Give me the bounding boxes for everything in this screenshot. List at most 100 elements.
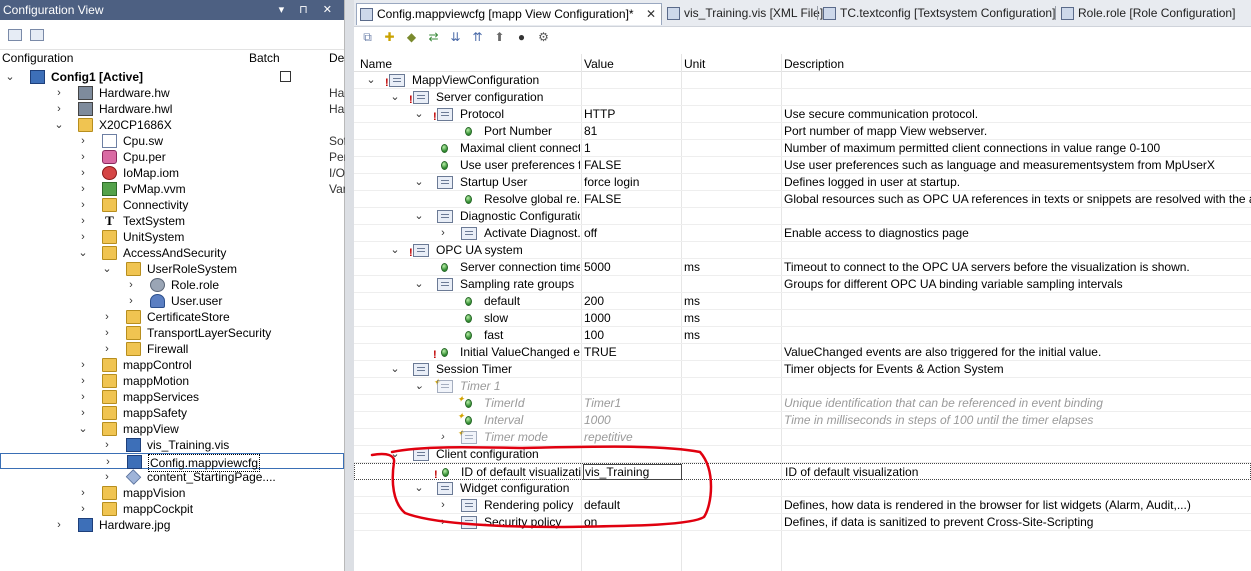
expand-icon[interactable]: ›: [78, 197, 88, 213]
tree-item[interactable]: › Cpu.per Per: [0, 149, 345, 165]
expand-all-icon[interactable]: ⬆: [492, 30, 507, 45]
collapse-icon[interactable]: ⌄: [390, 89, 400, 106]
tree-item[interactable]: › vis_Training.vis: [0, 437, 345, 453]
properties-icon[interactable]: [8, 29, 22, 41]
property-value[interactable]: off: [584, 225, 681, 242]
expand-icon[interactable]: ›: [54, 85, 64, 101]
property-row[interactable]: Maximal client connect... 1 Number of maxi…: [354, 140, 1251, 157]
move-down-icon[interactable]: ⇊: [448, 30, 463, 45]
expand-icon[interactable]: ›: [78, 213, 88, 229]
tree-item[interactable]: ⌄ AccessAndSecurity: [0, 245, 345, 261]
expand-icon[interactable]: ›: [78, 229, 88, 245]
tree-item[interactable]: ⌄ UserRoleSystem: [0, 261, 345, 277]
collapse-icon[interactable]: ⌄: [78, 421, 88, 437]
property-row[interactable]: ›✦Timer moderepetitive: [354, 429, 1251, 446]
expand-icon[interactable]: ›: [78, 405, 88, 421]
tree-item[interactable]: › Role.role: [0, 277, 345, 293]
collapse-icon[interactable]: ⌄: [414, 208, 424, 225]
property-value[interactable]: TRUE: [584, 344, 681, 361]
column-configuration[interactable]: Configuration: [2, 51, 73, 65]
tree-item[interactable]: › T TextSystem: [0, 213, 345, 229]
copy-icon[interactable]: ⧉: [360, 30, 375, 45]
collapse-icon[interactable]: ⌄: [78, 245, 88, 261]
expand-icon[interactable]: ›: [102, 469, 112, 485]
expand-icon[interactable]: ›: [102, 437, 112, 453]
property-row[interactable]: ⌄ Diagnostic Configuration: [354, 208, 1251, 225]
tree-item[interactable]: › Hardware.jpg: [0, 517, 345, 533]
property-row[interactable]: Resolve global re... FALSE Global resource…: [354, 191, 1251, 208]
expand-icon[interactable]: ›: [78, 181, 88, 197]
expand-icon[interactable]: ›: [102, 341, 112, 357]
property-row[interactable]: ⌄✦Timer 1: [354, 378, 1251, 395]
tree-item[interactable]: › Hardware.hwl Har: [0, 101, 345, 117]
property-row[interactable]: ⌄! MappViewConfiguration: [354, 72, 1251, 89]
tree-item[interactable]: › Cpu.sw Sof: [0, 133, 345, 149]
column-value[interactable]: Value: [584, 57, 614, 71]
property-row[interactable]: default 200 ms: [354, 293, 1251, 310]
property-value-input[interactable]: vis_Training: [583, 464, 682, 480]
column-name[interactable]: Name: [360, 57, 392, 71]
property-value[interactable]: FALSE: [584, 157, 681, 174]
collapse-icon[interactable]: ⌄: [5, 69, 15, 85]
collapse-icon[interactable]: ⌄: [390, 446, 400, 463]
column-description[interactable]: Description: [784, 57, 844, 71]
expand-icon[interactable]: ›: [126, 277, 136, 293]
collapse-icon[interactable]: ⌄: [390, 242, 400, 259]
tree-item[interactable]: › PvMap.vvm Var: [0, 181, 345, 197]
property-row[interactable]: ⌄ Session Timer Timer objects for Events &…: [354, 361, 1251, 378]
editor-tab[interactable]: Config.mappviewcfg [mapp View Configurat…: [356, 3, 662, 25]
property-row[interactable]: Use user preferences f... FALSE Use user p…: [354, 157, 1251, 174]
window-controls[interactable]: ▾ ⊓ ✕: [279, 0, 338, 20]
property-row[interactable]: ⌄ Client configuration: [354, 446, 1251, 463]
tree-item[interactable]: › Hardware.hw Har: [0, 85, 345, 101]
record-icon[interactable]: ●: [514, 30, 529, 45]
tree-item[interactable]: › User.user: [0, 293, 345, 309]
property-value[interactable]: force login: [584, 174, 681, 191]
table-view-icon[interactable]: [30, 29, 44, 41]
expand-icon[interactable]: ›: [78, 357, 88, 373]
expand-icon[interactable]: ›: [78, 501, 88, 517]
property-row[interactable]: !ID of default visualizationvis_Training…: [354, 463, 1251, 481]
property-value[interactable]: 5000: [584, 259, 681, 276]
tree-item[interactable]: › mappSafety: [0, 405, 345, 421]
property-row[interactable]: ✦ Interval 1000 Time in milliseconds in ste…: [354, 412, 1251, 429]
property-row[interactable]: › Security policy on Defines, if data is sa…: [354, 514, 1251, 531]
property-row[interactable]: slow 1000 ms: [354, 310, 1251, 327]
expand-icon[interactable]: ›: [102, 309, 112, 325]
property-value[interactable]: on: [584, 514, 681, 531]
collapse-icon[interactable]: ⌄: [102, 261, 112, 277]
add-icon[interactable]: ✚: [382, 30, 397, 45]
property-value[interactable]: Timer1: [584, 395, 681, 412]
tree-item[interactable]: › mappCockpit: [0, 501, 345, 517]
tree-item[interactable]: › mappControl: [0, 357, 345, 373]
tree-item[interactable]: › TransportLayerSecurity: [0, 325, 345, 341]
swap-icon[interactable]: ⇄: [426, 30, 441, 45]
property-value[interactable]: FALSE: [584, 191, 681, 208]
pane-splitter[interactable]: [345, 0, 354, 571]
property-value[interactable]: 1000: [584, 310, 681, 327]
collapse-icon[interactable]: ⌄: [414, 378, 424, 395]
tree-item[interactable]: › Firewall: [0, 341, 345, 357]
property-value[interactable]: 81: [584, 123, 681, 140]
collapse-icon[interactable]: ⌄: [414, 174, 424, 191]
property-row[interactable]: ✦ TimerId Timer1 Unique identification that…: [354, 395, 1251, 412]
tree-item[interactable]: ⌄ X20CP1686X: [0, 117, 345, 133]
property-row[interactable]: › Activate Diagnost... off Enable access to…: [354, 225, 1251, 242]
expand-icon[interactable]: ›: [78, 133, 88, 149]
expand-icon[interactable]: ›: [102, 325, 112, 341]
property-value[interactable]: default: [584, 497, 681, 514]
expand-icon[interactable]: ›: [103, 454, 113, 470]
editor-tab[interactable]: Role.role [Role Configuration]: [1058, 3, 1240, 25]
collapse-icon[interactable]: ⌄: [414, 480, 424, 497]
tree-item[interactable]: ⌄ Config1 [Active]: [0, 69, 345, 85]
property-value[interactable]: 1: [584, 140, 681, 157]
expand-icon[interactable]: ›: [78, 373, 88, 389]
property-row[interactable]: Server connection time... 5000 ms Timeout t…: [354, 259, 1251, 276]
property-row[interactable]: ⌄ Startup User force login Defines logged i…: [354, 174, 1251, 191]
expand-icon[interactable]: ›: [78, 389, 88, 405]
property-row[interactable]: › Rendering policy default Defines, how dat…: [354, 497, 1251, 514]
collapse-icon[interactable]: ⌄: [414, 106, 424, 123]
expand-icon[interactable]: ›: [78, 149, 88, 165]
tree-item[interactable]: ⌄ mappView: [0, 421, 345, 437]
tree-item[interactable]: › mappServices: [0, 389, 345, 405]
